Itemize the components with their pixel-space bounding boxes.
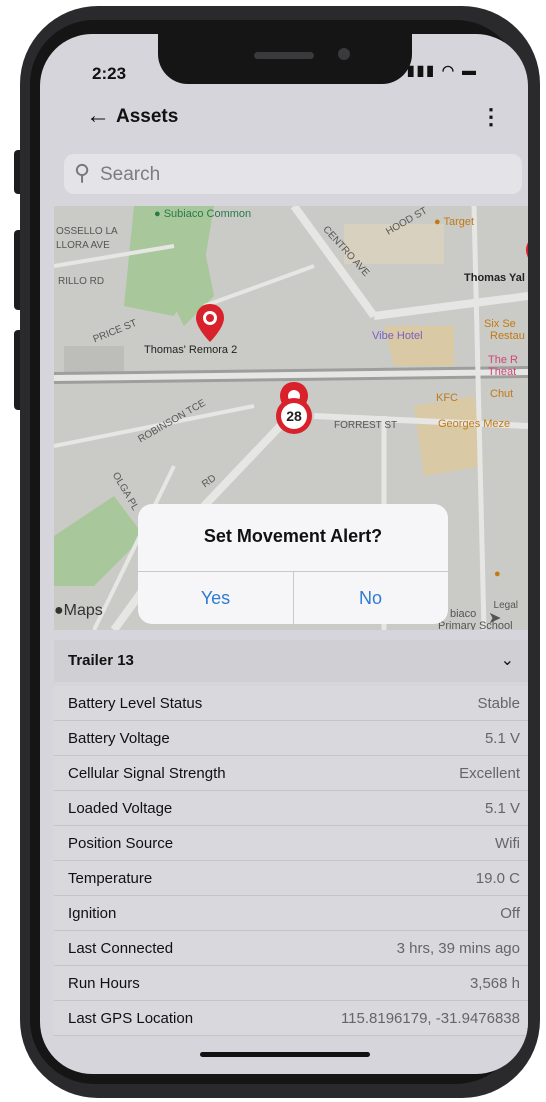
cluster-marker[interactable]: 28: [276, 398, 312, 434]
detail-row: Battery Voltage 5.1 V: [54, 721, 528, 756]
poi-label[interactable]: Thomas Yal: [464, 272, 525, 284]
kebab-icon[interactable]: ⋮: [480, 104, 502, 130]
detail-value: 115.8196179, -31.9476838: [340, 1010, 520, 1027]
search-icon: ⚲: [74, 160, 91, 185]
poi-label[interactable]: The R: [488, 354, 518, 366]
status-icons: ▮▮▮ ◠ ▬: [407, 62, 478, 79]
legal-link[interactable]: Legal: [494, 600, 518, 611]
detail-label: Cellular Signal Strength: [68, 765, 226, 782]
detail-row: Temperature 19.0 C: [54, 861, 528, 896]
detail-label: Battery Voltage: [68, 730, 170, 747]
signal-icon: ▮▮▮: [406, 62, 436, 78]
detail-value: 5.1 V: [484, 800, 520, 817]
detail-label: Ignition: [68, 905, 117, 922]
poi-label[interactable]: Georges Meze: [438, 418, 510, 430]
app-screen: 2:23 ▮▮▮ ◠ ▬ ← Assets ⋮ ⚲ Search OSSELLO…: [40, 34, 528, 1074]
page-title: Assets: [116, 106, 179, 127]
nav-header: ← Assets ⋮: [40, 102, 528, 142]
street-label: FORREST ST: [334, 420, 398, 431]
poi-label[interactable]: Theat: [488, 366, 516, 378]
detail-row: Loaded Voltage 5.1 V: [54, 791, 528, 826]
detail-value: Off: [500, 905, 520, 922]
detail-value: 3,568 h: [469, 975, 520, 992]
home-indicator[interactable]: [200, 1052, 370, 1057]
detail-label: Position Source: [68, 835, 174, 852]
poi-marker-icon[interactable]: ●: [494, 568, 501, 580]
location-arrow-icon[interactable]: ➤: [488, 608, 501, 628]
asset-name: Trailer 13: [68, 652, 134, 669]
dialog-title: Set Movement Alert?: [203, 526, 383, 546]
poi-label[interactable]: Six Se: [484, 318, 516, 330]
detail-row: Last Connected 3 hrs, 39 mins ago: [54, 931, 528, 966]
chevron-down-icon[interactable]: ⌄: [501, 650, 514, 670]
search-input[interactable]: ⚲ Search: [64, 154, 522, 194]
detail-value: 3 hrs, 39 mins ago: [396, 940, 520, 957]
detail-row: Ignition Off: [54, 896, 528, 931]
asset-section-header[interactable]: Trailer 13 ⌄: [54, 640, 528, 682]
detail-row: Position Source Wifi: [54, 826, 528, 861]
arrow-left-icon[interactable]: ←: [86, 102, 110, 130]
no-button[interactable]: No: [293, 572, 448, 624]
street-label: RILLO RD: [58, 276, 105, 287]
status-time: 2:23: [92, 64, 127, 83]
speaker: [254, 52, 314, 59]
apple-icon: ●: [54, 602, 64, 619]
street-label: LLORA AVE: [56, 240, 110, 251]
search-placeholder: Search: [100, 164, 161, 185]
yes-button[interactable]: Yes: [138, 572, 293, 624]
poi-label[interactable]: ● Subiaco Common: [154, 208, 251, 220]
detail-value: 19.0 C: [475, 870, 520, 887]
poi-label[interactable]: KFC: [436, 392, 458, 404]
detail-row: Cellular Signal Strength Excellent: [54, 756, 528, 791]
detail-value: Wifi: [495, 835, 520, 852]
movement-alert-dialog: Set Movement Alert? Yes No: [138, 504, 448, 624]
wifi-icon: ◠: [441, 62, 457, 78]
poi-label[interactable]: Restau: [490, 330, 525, 342]
detail-row: Last GPS Location 115.8196179, -31.94768…: [54, 1001, 528, 1036]
notch: [158, 34, 412, 84]
detail-value: Excellent: [459, 765, 520, 782]
poi-label[interactable]: Chut: [490, 388, 513, 400]
battery-icon: ▬: [462, 62, 478, 78]
map-pin-icon[interactable]: [524, 234, 528, 276]
detail-label: Temperature: [68, 870, 153, 887]
detail-label: Loaded Voltage: [68, 800, 173, 817]
asset-pin-label[interactable]: Thomas' Remora 2: [144, 344, 237, 356]
detail-value: 5.1 V: [484, 730, 520, 747]
detail-value: Stable: [477, 695, 520, 712]
poi-label[interactable]: biaco: [450, 608, 476, 620]
detail-label: Last GPS Location: [68, 1010, 194, 1027]
detail-label: Last Connected: [68, 940, 174, 957]
asset-details-list: Battery Level Status Stable Battery Volt…: [54, 686, 528, 1036]
poi-label[interactable]: ● Target: [434, 216, 474, 228]
cluster-count: 28: [281, 403, 307, 429]
mockup-canvas: 2:23 ▮▮▮ ◠ ▬ ← Assets ⋮ ⚲ Search OSSELLO…: [0, 0, 546, 1102]
detail-label: Run Hours: [68, 975, 140, 992]
maps-attribution: ●Maps: [54, 602, 103, 619]
detail-row: Run Hours 3,568 h: [54, 966, 528, 1001]
map-pin-icon[interactable]: [194, 302, 226, 344]
poi-label[interactable]: Vibe Hotel: [372, 330, 423, 342]
camera: [338, 48, 350, 60]
street-label: OSSELLO LA: [56, 226, 118, 237]
detail-row: Battery Level Status Stable: [54, 686, 528, 721]
detail-label: Battery Level Status: [68, 695, 203, 712]
